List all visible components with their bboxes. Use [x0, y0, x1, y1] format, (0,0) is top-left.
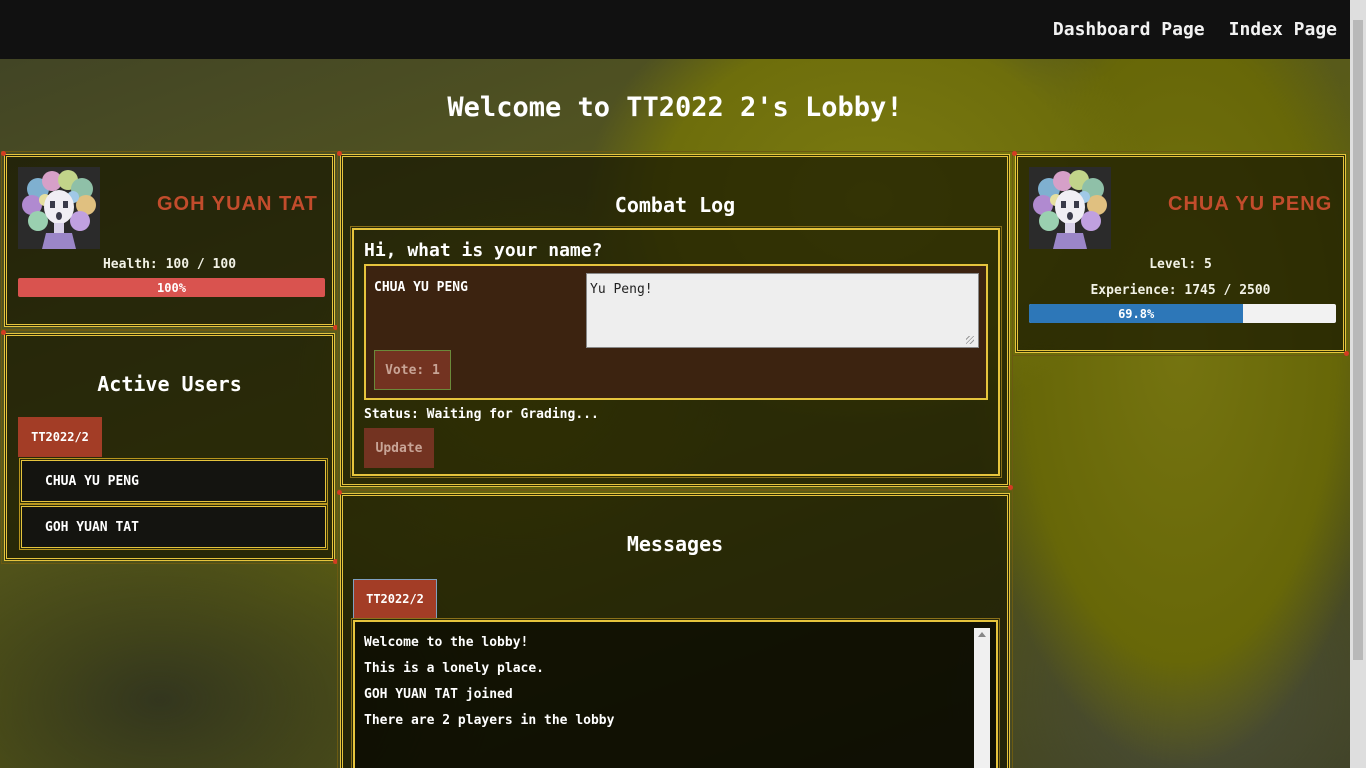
- self-health-text: Health: 100 / 100: [102, 257, 237, 272]
- vote-button[interactable]: Vote: 1: [374, 350, 451, 390]
- scrollbar-thumb[interactable]: [1353, 20, 1363, 660]
- dashboard-page-link[interactable]: Dashboard Page: [1053, 19, 1205, 40]
- self-player-card: GOH YUAN TAT Health: 100 / 100 100%: [1, 151, 338, 330]
- experience-percent: 69.8%: [1118, 306, 1155, 321]
- message-line: GOH YUAN TAT joined: [364, 687, 513, 702]
- flower-ghost-avatar-icon: [18, 167, 100, 249]
- textarea-resize-grip-icon[interactable]: [966, 336, 974, 344]
- message-scrollbar[interactable]: [974, 628, 990, 768]
- other-player-name: CHUA YU PENG: [1168, 193, 1333, 215]
- messages-group-tab[interactable]: TT2022/2: [353, 579, 437, 619]
- self-health-bar-fill: 100%: [18, 278, 325, 297]
- active-user-name: GOH YUAN TAT: [45, 519, 139, 535]
- message-line: Welcome to the lobby!: [364, 635, 529, 650]
- flower-ghost-avatar-icon: [1029, 167, 1111, 249]
- active-users-group-tab[interactable]: TT2022/2: [18, 417, 102, 457]
- self-player-name: GOH YUAN TAT: [157, 193, 318, 215]
- active-users-heading: Active Users: [97, 372, 242, 396]
- page-scrollbar[interactable]: [1350, 0, 1366, 768]
- self-health-bar: 100%: [18, 278, 325, 297]
- active-user-row[interactable]: CHUA YU PENG: [19, 458, 328, 504]
- answer-author: CHUA YU PENG: [374, 280, 468, 295]
- other-level-text: Level: 5: [1149, 257, 1212, 272]
- message-line: There are 2 players in the lobby: [364, 713, 615, 728]
- active-user-row[interactable]: GOH YUAN TAT: [19, 504, 328, 550]
- message-list: Welcome to the lobby! This is a lonely p…: [351, 618, 1000, 768]
- answer-card: CHUA YU PENG Yu Peng! Vote: 1: [364, 264, 988, 400]
- experience-bar: 69.8%: [1029, 304, 1336, 323]
- other-experience-text: Experience: 1745 / 2500: [1090, 283, 1271, 298]
- other-player-card: CHUA YU PENG Level: 5 Experience: 1745 /…: [1012, 151, 1349, 356]
- self-health-percent: 100%: [157, 280, 186, 295]
- question-text: Hi, what is your name?: [364, 240, 603, 261]
- combat-log-panel: Combat Log Hi, what is your name? CHUA Y…: [337, 151, 1013, 490]
- top-navbar: Dashboard Page Index Page: [0, 0, 1366, 59]
- experience-bar-fill: 69.8%: [1029, 304, 1244, 323]
- messages-heading: Messages: [626, 532, 724, 556]
- question-box: Hi, what is your name? CHUA YU PENG Yu P…: [350, 226, 1002, 478]
- scroll-up-arrow-icon[interactable]: [978, 632, 986, 637]
- message-line: This is a lonely place.: [364, 661, 545, 676]
- lobby-title: Welcome to TT2022 2's Lobby!: [447, 92, 903, 123]
- answer-textarea[interactable]: Yu Peng!: [586, 273, 979, 348]
- grading-status: Status: Waiting for Grading...: [364, 407, 599, 422]
- messages-panel: Messages TT2022/2 Welcome to the lobby! …: [337, 490, 1013, 768]
- combat-log-heading: Combat Log: [614, 193, 736, 217]
- other-player-avatar: [1029, 167, 1111, 249]
- index-page-link[interactable]: Index Page: [1229, 19, 1337, 40]
- active-users-panel: Active Users TT2022/2 CHUA YU PENG GOH Y…: [1, 330, 338, 564]
- active-user-name: CHUA YU PENG: [45, 473, 139, 489]
- self-player-avatar: [18, 167, 100, 249]
- update-button[interactable]: Update: [364, 428, 434, 468]
